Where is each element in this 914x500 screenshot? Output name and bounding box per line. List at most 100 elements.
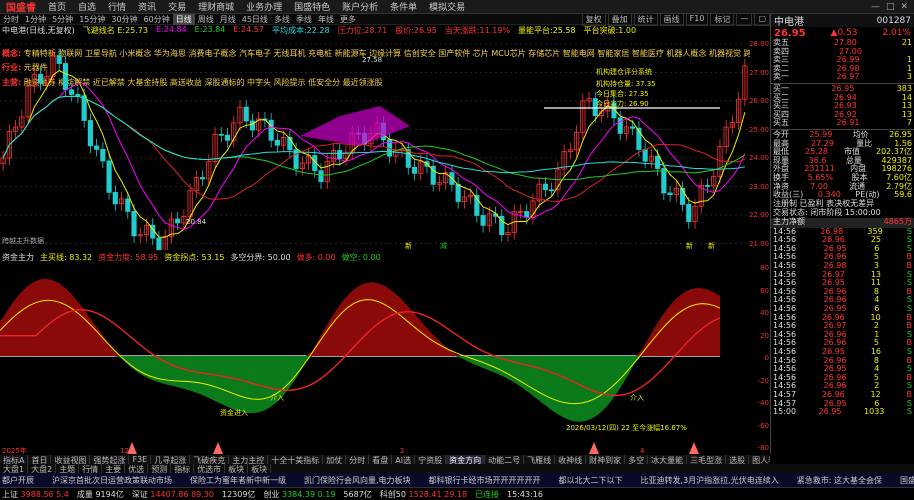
chart-annotation: 27.58 <box>362 56 382 64</box>
indicator-tab[interactable]: 冰大量能 <box>648 455 688 464</box>
indicator-tab[interactable]: 收益视图 <box>51 455 91 464</box>
period-tab[interactable]: 季线 <box>293 14 315 25</box>
period-tab[interactable]: 5分钟 <box>49 14 76 25</box>
period-tab[interactable]: 多线 <box>271 14 293 25</box>
candle-body <box>549 189 555 192</box>
book-vol: 3 <box>906 72 912 82</box>
bottom-tab[interactable]: 板块 <box>225 464 249 473</box>
main-menu: 首页 自选 行情 资讯 交易 理财商城 业务办理 国盛特色 账户分析 条件单 模拟交易 <box>42 0 471 13</box>
window-control-icon[interactable]: □ <box>886 2 895 12</box>
indicator-tab[interactable]: 资金方向 <box>446 455 486 464</box>
candle-body <box>37 73 44 84</box>
indicator-tab[interactable]: 图人看盘 <box>749 455 770 464</box>
bottom-tab[interactable]: 主要 <box>102 464 126 473</box>
menu-item[interactable]: 国盛特色 <box>288 0 336 13</box>
status-label: 深证 <box>131 489 151 499</box>
news-item[interactable]: 沪深京首批次日运营政策联动市场 <box>52 475 172 486</box>
candlestick-chart[interactable]: 27.58 20.84 机构建仓评分系统机构持仓量: 37.35今日集合: 27.3… <box>0 36 748 250</box>
candle-body <box>87 120 93 147</box>
period-tab[interactable]: 年线 <box>315 14 337 25</box>
menu-item[interactable]: 理财商城 <box>192 0 240 13</box>
status-change: 5.4 <box>56 489 69 499</box>
menu-item[interactable]: 条件单 <box>384 0 423 13</box>
bottom-tab[interactable]: 行情 <box>79 464 103 473</box>
candle-body <box>480 215 486 226</box>
book-row[interactable]: 买五 26.91 7 <box>771 119 914 128</box>
news-item[interactable]: 比亚迪转发,3月沪指涨拉,光伏电连续入 <box>641 475 779 486</box>
news-item[interactable]: 都以北大二下以下 <box>559 475 623 486</box>
bottom-tab[interactable]: 主题 <box>56 464 80 473</box>
period-tab[interactable]: 15分钟 <box>76 14 108 25</box>
period-tab[interactable]: 分时 <box>0 14 22 25</box>
chart-tool-button[interactable]: F10 <box>685 12 709 26</box>
ma-value: 中电港(日线,无复权) <box>2 26 75 35</box>
capital-flow-chart[interactable]: 介入 介入资金进入 2025年 12 2 4 2026/03/12(四) 22 至今涨幅16… <box>0 250 748 455</box>
indicator-tab[interactable]: 十全十美指标 <box>268 455 324 464</box>
indicator-tab[interactable]: 宁资股 <box>415 455 447 464</box>
book-row[interactable]: 卖一 26.97 3 <box>771 73 914 82</box>
indicator-tab[interactable]: 主力主控 <box>229 455 269 464</box>
news-item[interactable]: 国盛公告 <box>900 475 914 486</box>
bottom-tab[interactable]: 大盘1 <box>0 464 29 473</box>
chart-tool-button[interactable]: 复权 <box>581 12 606 26</box>
chart-tool-button[interactable]: 统计 <box>633 12 658 26</box>
news-item[interactable]: 紧急救市: 这大基全会保 <box>797 475 882 486</box>
period-tab[interactable]: 45日线 <box>239 14 271 25</box>
window-control-icon[interactable]: ✕ <box>900 2 908 12</box>
indicator-tab[interactable]: 几寻起涨 <box>151 455 191 464</box>
news-item[interactable]: 凯门保险行会风向量,电力板块 <box>304 475 411 486</box>
period-tab[interactable]: 月线 <box>217 14 239 25</box>
menu-item[interactable]: 交易 <box>162 0 192 13</box>
indicator-tab[interactable]: 看盘 <box>369 455 393 464</box>
chart-tool-button[interactable]: 标记 <box>710 12 735 26</box>
news-item[interactable]: 都户开辰 <box>2 475 34 486</box>
indicator-tab[interactable]: F3E <box>129 455 152 464</box>
news-item[interactable]: 都科银行卡经市场开开开开开开 <box>429 475 541 486</box>
period-tab[interactable]: 1分钟 <box>22 14 49 25</box>
menu-item[interactable]: 行情 <box>102 0 132 13</box>
indicator-tab[interactable]: 加仗 <box>323 455 347 464</box>
indicator-tab[interactable]: 选股 <box>726 455 750 464</box>
indicator-tab[interactable]: 多空 <box>625 455 649 464</box>
period-tab[interactable]: 周线 <box>195 14 217 25</box>
bottom-tab[interactable]: 优选 <box>125 464 149 473</box>
period-tab[interactable]: 更多 <box>337 14 359 25</box>
period-tab[interactable]: 60分钟 <box>141 14 173 25</box>
period-tab[interactable]: 日线 <box>172 13 195 25</box>
news-item[interactable]: 保险工为蜜年者新中新一级 <box>190 475 286 486</box>
menu-item[interactable]: 自选 <box>72 0 102 13</box>
candle-body <box>642 149 648 162</box>
bottom-tab[interactable]: 大盘2 <box>28 464 57 473</box>
menu-item[interactable]: 资讯 <box>132 0 162 13</box>
status-item: 上证 3988.56 5.4 <box>2 489 69 500</box>
bottom-tab[interactable]: 优选市 <box>194 464 226 473</box>
indicator-tab[interactable]: 财神到家 <box>586 455 626 464</box>
indicator-tab[interactable]: 飞破疾克 <box>190 455 230 464</box>
bottom-tab[interactable]: 预测 <box>148 464 172 473</box>
menu-item[interactable]: 首页 <box>42 0 72 13</box>
window-control-icon[interactable]: — <box>871 2 880 12</box>
bottom-tab[interactable]: 板块 <box>248 464 272 473</box>
sub-annotation: 资金进入 <box>220 408 248 417</box>
bottom-tab[interactable]: 指标 <box>171 464 195 473</box>
indicator-tab[interactable]: 三毛型涨 <box>687 455 727 464</box>
chart-tool-button[interactable]: — <box>736 12 753 26</box>
menu-item[interactable]: 模拟交易 <box>423 0 471 13</box>
chart-tool-button[interactable]: 叠加 <box>607 12 632 26</box>
period-tab[interactable]: 30分钟 <box>108 14 140 25</box>
chart-tool-button[interactable]: 画线 <box>659 12 684 26</box>
indicator-tab[interactable]: 动能二号 <box>485 455 525 464</box>
ma-value: 当天涨跌:11.19% <box>444 26 510 35</box>
indicator-tab[interactable]: 收神线 <box>555 455 587 464</box>
indicator-tab[interactable]: AI选 <box>392 455 416 464</box>
menu-item[interactable]: 业务办理 <box>240 0 288 13</box>
chart-tool-button[interactable]: ▢ <box>754 12 770 26</box>
indicator-tab[interactable]: 飞雁线 <box>524 455 556 464</box>
menu-item[interactable]: 账户分析 <box>336 0 384 13</box>
book-vol: 7 <box>906 118 912 128</box>
indicator-tab[interactable]: 首日 <box>28 455 52 464</box>
indicator-tab[interactable]: 分时 <box>346 455 370 464</box>
tick-list[interactable]: 14:56 26.98 359 S 14:56 26.96 25 S 14:56 26.95 6 S 1… <box>771 227 914 417</box>
indicator-tab[interactable]: 指标A <box>0 455 29 464</box>
indicator-tab[interactable]: 强势起涨 <box>90 455 130 464</box>
